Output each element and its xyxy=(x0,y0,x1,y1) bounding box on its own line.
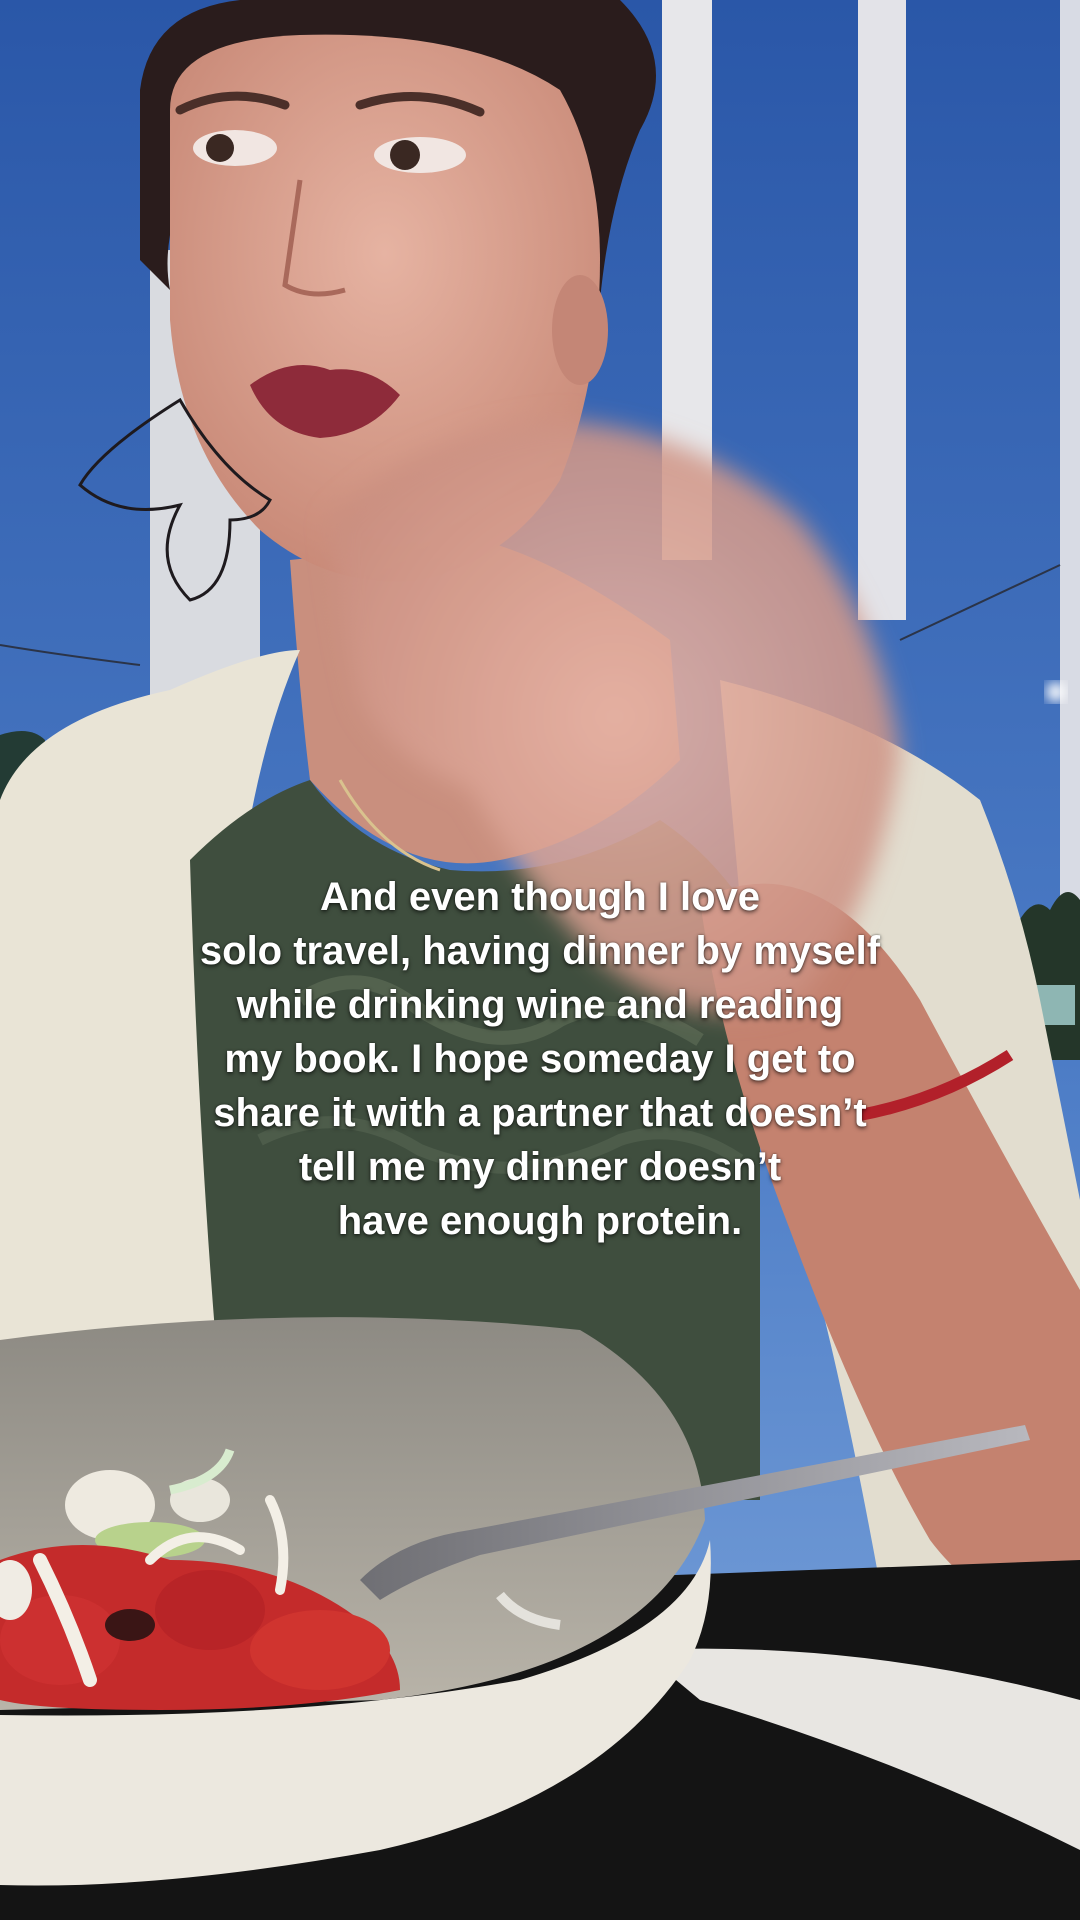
railing-post xyxy=(858,0,906,620)
caption-line: while drinking wine and reading xyxy=(236,983,844,1027)
video-frame: And even though I love solo travel, havi… xyxy=(0,0,1080,1920)
pupil xyxy=(390,140,420,170)
caption-line: share it with a partner that doesn’t xyxy=(213,1091,867,1135)
caption-line: And even though I love xyxy=(319,875,761,919)
caption-line: tell me my dinner doesn’t xyxy=(298,1145,782,1189)
caption-line: solo travel, having dinner by myself xyxy=(199,929,881,973)
pupil xyxy=(206,134,234,162)
caption-overlay: And even though I love solo travel, havi… xyxy=(40,870,1040,1248)
caption-line: have enough protein. xyxy=(337,1199,743,1243)
ear xyxy=(552,275,608,385)
eye xyxy=(193,130,277,166)
street-light xyxy=(1046,682,1066,702)
caption-line: my book. I hope someday I get to xyxy=(224,1037,856,1081)
railing-post xyxy=(1060,0,1080,960)
